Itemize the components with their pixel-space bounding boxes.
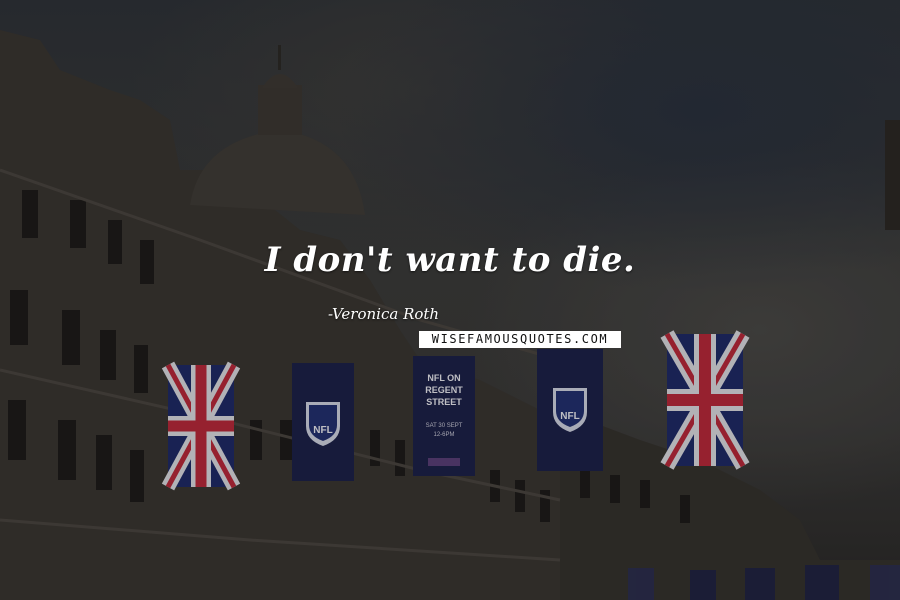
quote-author: -Veronica Roth: [328, 305, 440, 323]
background-photo: NFL NFL ON REGENT STREET SAT 30 SEPT 12-…: [0, 0, 900, 600]
site-watermark: WISEFAMOUSQUOTES.COM: [419, 331, 621, 348]
quote-text: I don't want to die.: [264, 240, 636, 280]
photo-dim-overlay: [0, 0, 900, 600]
